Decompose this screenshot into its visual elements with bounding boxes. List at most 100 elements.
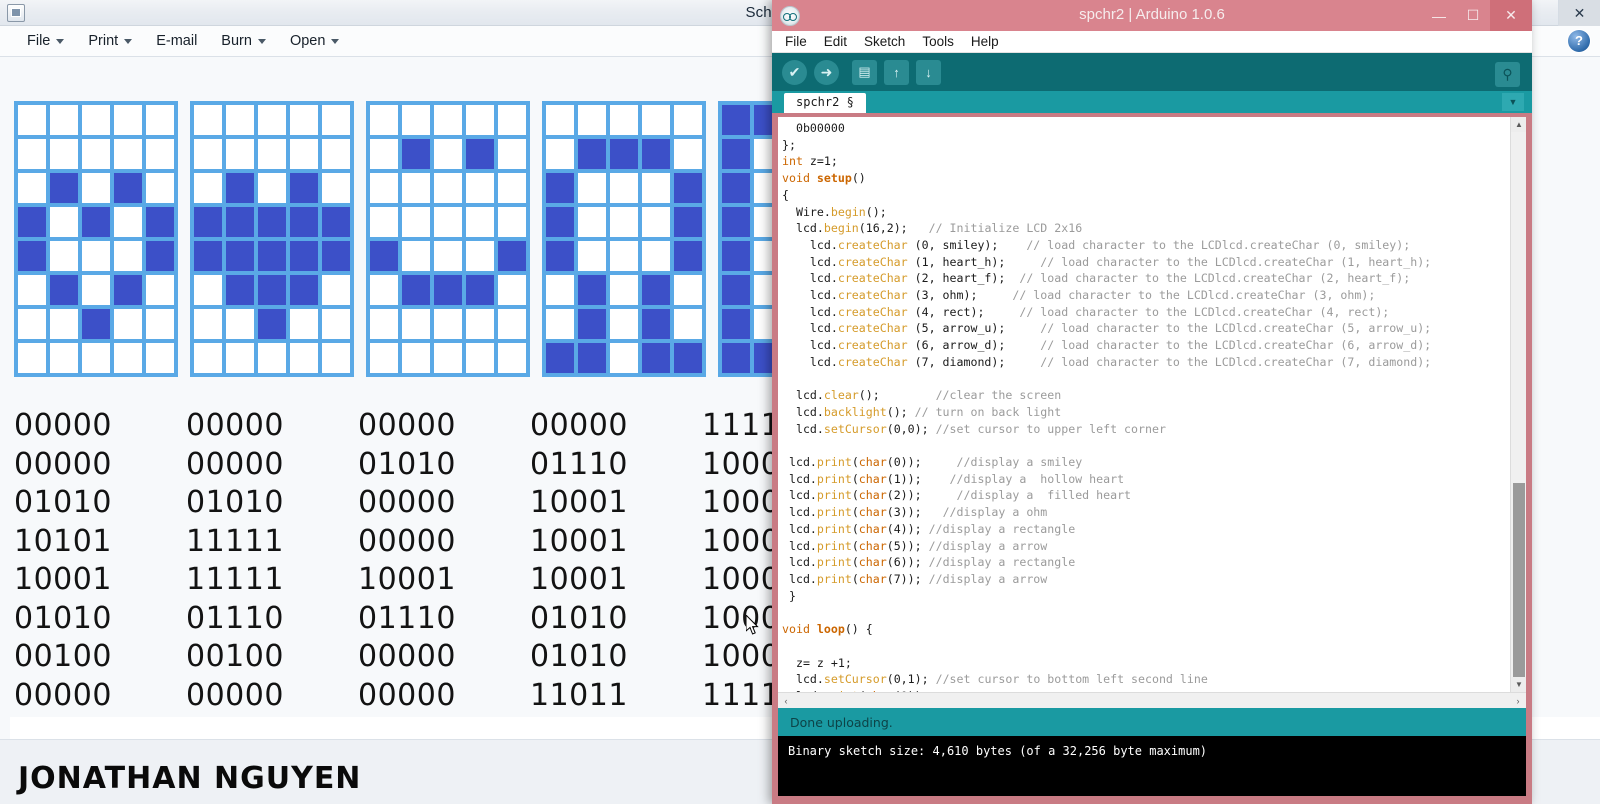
lcd-pixel [576, 273, 608, 307]
binary-row: 01010 [14, 485, 112, 520]
menu-print[interactable]: Print [79, 29, 141, 53]
menu-print-label: Print [88, 33, 119, 49]
lcd-grid-heart_f [190, 101, 354, 377]
menu-open[interactable]: Open [281, 29, 348, 53]
lcd-pixel [720, 273, 752, 307]
lcd-pixel [256, 341, 288, 375]
menu-burn[interactable]: Burn [212, 29, 275, 53]
new-button[interactable]: ▤ [852, 59, 877, 85]
lcd-pixel [720, 171, 752, 205]
menu-tools[interactable]: Tools [919, 33, 957, 50]
lcd-pixel [144, 239, 176, 273]
lcd-pixel [112, 341, 144, 375]
scroll-up-icon[interactable]: ▲ [1511, 117, 1526, 132]
binary-row: 00000 [358, 639, 456, 674]
lcd-pixel [608, 103, 640, 137]
lcd-pixel [48, 341, 80, 375]
help-icon[interactable]: ? [1568, 30, 1590, 52]
arduino-window-title: spchr2 | Arduino 1.0.6 [1079, 6, 1225, 23]
menu-open-label: Open [289, 33, 326, 49]
lcd-pixel [256, 171, 288, 205]
binary-row: 01110 [358, 600, 456, 636]
lcd-pixel [16, 239, 48, 273]
maximize-button[interactable]: ☐ [1456, 0, 1490, 31]
lcd-pixel [496, 103, 528, 137]
lcd-pixel [464, 341, 496, 375]
lcd-pixel [80, 205, 112, 239]
photo-viewer-close-button[interactable]: ✕ [1558, 0, 1600, 26]
lcd-grid-heart_h [14, 101, 178, 377]
lcd-pixel [320, 273, 352, 307]
lcd-pixel [80, 341, 112, 375]
binary-row: 00100 [186, 639, 284, 674]
binary-row: 00000 [186, 446, 284, 482]
minimize-button[interactable]: — [1422, 0, 1456, 31]
tab-spchr2[interactable]: spchr2 § [784, 93, 866, 113]
code-editor[interactable]: 0b00000 }; int z=1; void setup() { Wire.… [778, 117, 1526, 708]
scroll-right-icon[interactable]: › [1510, 693, 1526, 708]
menu-edit[interactable]: Edit [821, 33, 850, 50]
lcd-pixel [432, 307, 464, 341]
lcd-pixel [192, 103, 224, 137]
vertical-scrollbar-thumb[interactable] [1513, 483, 1525, 683]
scroll-down-icon[interactable]: ▼ [1511, 677, 1526, 692]
lcd-pixel [576, 103, 608, 137]
menu-file[interactable]: File [18, 29, 73, 53]
binary-row: 00000 [358, 677, 456, 713]
lcd-pixel [544, 307, 576, 341]
lcd-grid-smiley [366, 101, 530, 377]
chevron-down-icon [331, 38, 340, 44]
code-text[interactable]: 0b00000 }; int z=1; void setup() { Wire.… [778, 117, 1510, 692]
menu-file[interactable]: File [782, 33, 810, 50]
editor-horizontal-scrollbar[interactable]: ‹ › [778, 692, 1526, 708]
lcd-pixel [672, 171, 704, 205]
scroll-left-icon[interactable]: ‹ [778, 693, 794, 708]
lcd-pixel [672, 239, 704, 273]
serial-monitor-button[interactable]: ⚲ [1495, 62, 1520, 87]
lcd-pixel [288, 273, 320, 307]
open-button[interactable]: ↑ [884, 59, 909, 85]
verify-button[interactable]: ✔ [782, 59, 807, 85]
lcd-pixel [256, 103, 288, 137]
lcd-pixel [544, 171, 576, 205]
menu-file-label: File [27, 33, 51, 49]
lcd-pixel [192, 205, 224, 239]
lcd-pixel [144, 171, 176, 205]
lcd-pixel [432, 103, 464, 137]
lcd-pixel [720, 341, 752, 375]
chevron-down-icon[interactable]: ▼ [1502, 93, 1524, 111]
menu-email[interactable]: E-mail [147, 29, 206, 53]
lcd-pixel [672, 273, 704, 307]
lcd-pixel [672, 137, 704, 171]
lcd-pixel [224, 103, 256, 137]
lcd-pixel [144, 205, 176, 239]
lcd-pixel [368, 137, 400, 171]
lcd-pixel [48, 205, 80, 239]
editor-vertical-scrollbar[interactable]: ▲ ▼ [1510, 117, 1526, 692]
menu-help[interactable]: Help [968, 33, 1002, 50]
lcd-pixel [224, 273, 256, 307]
binary-row: 00000 [14, 408, 112, 443]
lcd-pixel [288, 137, 320, 171]
close-button[interactable]: ✕ [1490, 0, 1532, 31]
save-button[interactable]: ↓ [916, 59, 941, 85]
menu-sketch[interactable]: Sketch [861, 33, 908, 50]
binary-column-heart_h: 00000 00000 01010 10101 10001 01010 00100 00000 [14, 407, 186, 715]
lcd-pixel [640, 205, 672, 239]
chevron-down-icon [257, 38, 266, 44]
arduino-ide-window: spchr2 | Arduino 1.0.6 — ☐ ✕ File Edit S… [772, 0, 1532, 804]
arduino-window-controls: — ☐ ✕ [1422, 0, 1532, 31]
photo-viewer-window-controls: ✕ [1558, 0, 1600, 26]
lcd-pixel [224, 171, 256, 205]
lcd-pixel [288, 307, 320, 341]
upload-button[interactable]: ➜ [814, 59, 839, 85]
binary-row: 00100 [14, 639, 112, 674]
binary-row: 01010 [14, 600, 112, 636]
binary-row: 10001 [14, 562, 112, 597]
binary-row: 10001 [530, 562, 628, 597]
lcd-pixel [112, 307, 144, 341]
menu-email-label: E-mail [156, 33, 198, 49]
lcd-pixel [112, 239, 144, 273]
arduino-toolbar: ✔ ➜ ▤ ↑ ↓ [772, 53, 1532, 91]
lcd-pixel [144, 307, 176, 341]
